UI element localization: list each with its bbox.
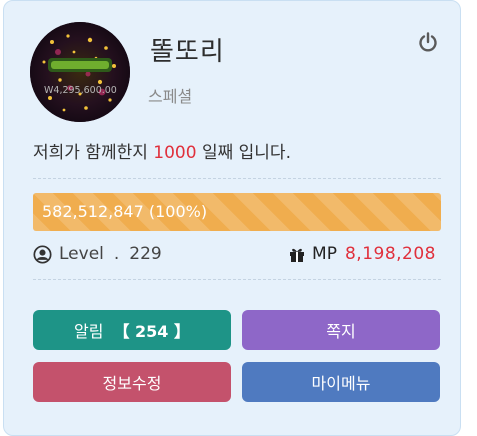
nickname: 똘또리 xyxy=(150,37,225,67)
avatar-caption: W4,295,600.00 xyxy=(44,85,117,96)
level-display: Level . 229 xyxy=(33,244,162,264)
avatar[interactable]: W4,295,600.00 xyxy=(30,22,130,122)
member-grade: 스페셜 xyxy=(148,87,193,106)
avatar-image: W4,295,600.00 xyxy=(30,22,130,122)
days-prefix: 저희가 함께한지 xyxy=(33,143,148,163)
divider xyxy=(33,279,441,280)
experience-bar: 582,512,847 (100%) xyxy=(33,193,441,231)
membership-days: 저희가 함께한지 1000 일째 입니다. xyxy=(33,138,291,163)
level-separator: . xyxy=(113,244,120,264)
mp-label: MP xyxy=(312,244,337,264)
power-icon[interactable] xyxy=(417,31,439,53)
member-panel: W4,295,600.00 똘또리 스페셜 저희가 함께한지 1000 일째 입… xyxy=(3,0,461,436)
experience-text: 582,512,847 (100%) xyxy=(42,202,208,221)
notification-count: 【 254 】 xyxy=(113,322,190,341)
days-suffix: 일째 입니다. xyxy=(201,143,291,163)
notification-button[interactable]: 알림 【 254 】 xyxy=(33,310,231,350)
user-circle-icon xyxy=(33,244,52,264)
divider xyxy=(33,178,441,179)
notification-label: 알림 xyxy=(74,322,104,341)
mp-display: MP 8,198,208 xyxy=(288,244,436,264)
my-menu-button[interactable]: 마이메뉴 xyxy=(242,362,440,402)
edit-profile-button[interactable]: 정보수정 xyxy=(33,362,231,402)
gift-icon xyxy=(290,248,305,262)
mp-value: 8,198,208 xyxy=(344,244,436,264)
days-count: 1000 xyxy=(153,143,197,163)
level-value: 229 xyxy=(129,244,162,264)
level-label: Level xyxy=(59,244,104,264)
memo-button[interactable]: 쪽지 xyxy=(242,310,440,350)
